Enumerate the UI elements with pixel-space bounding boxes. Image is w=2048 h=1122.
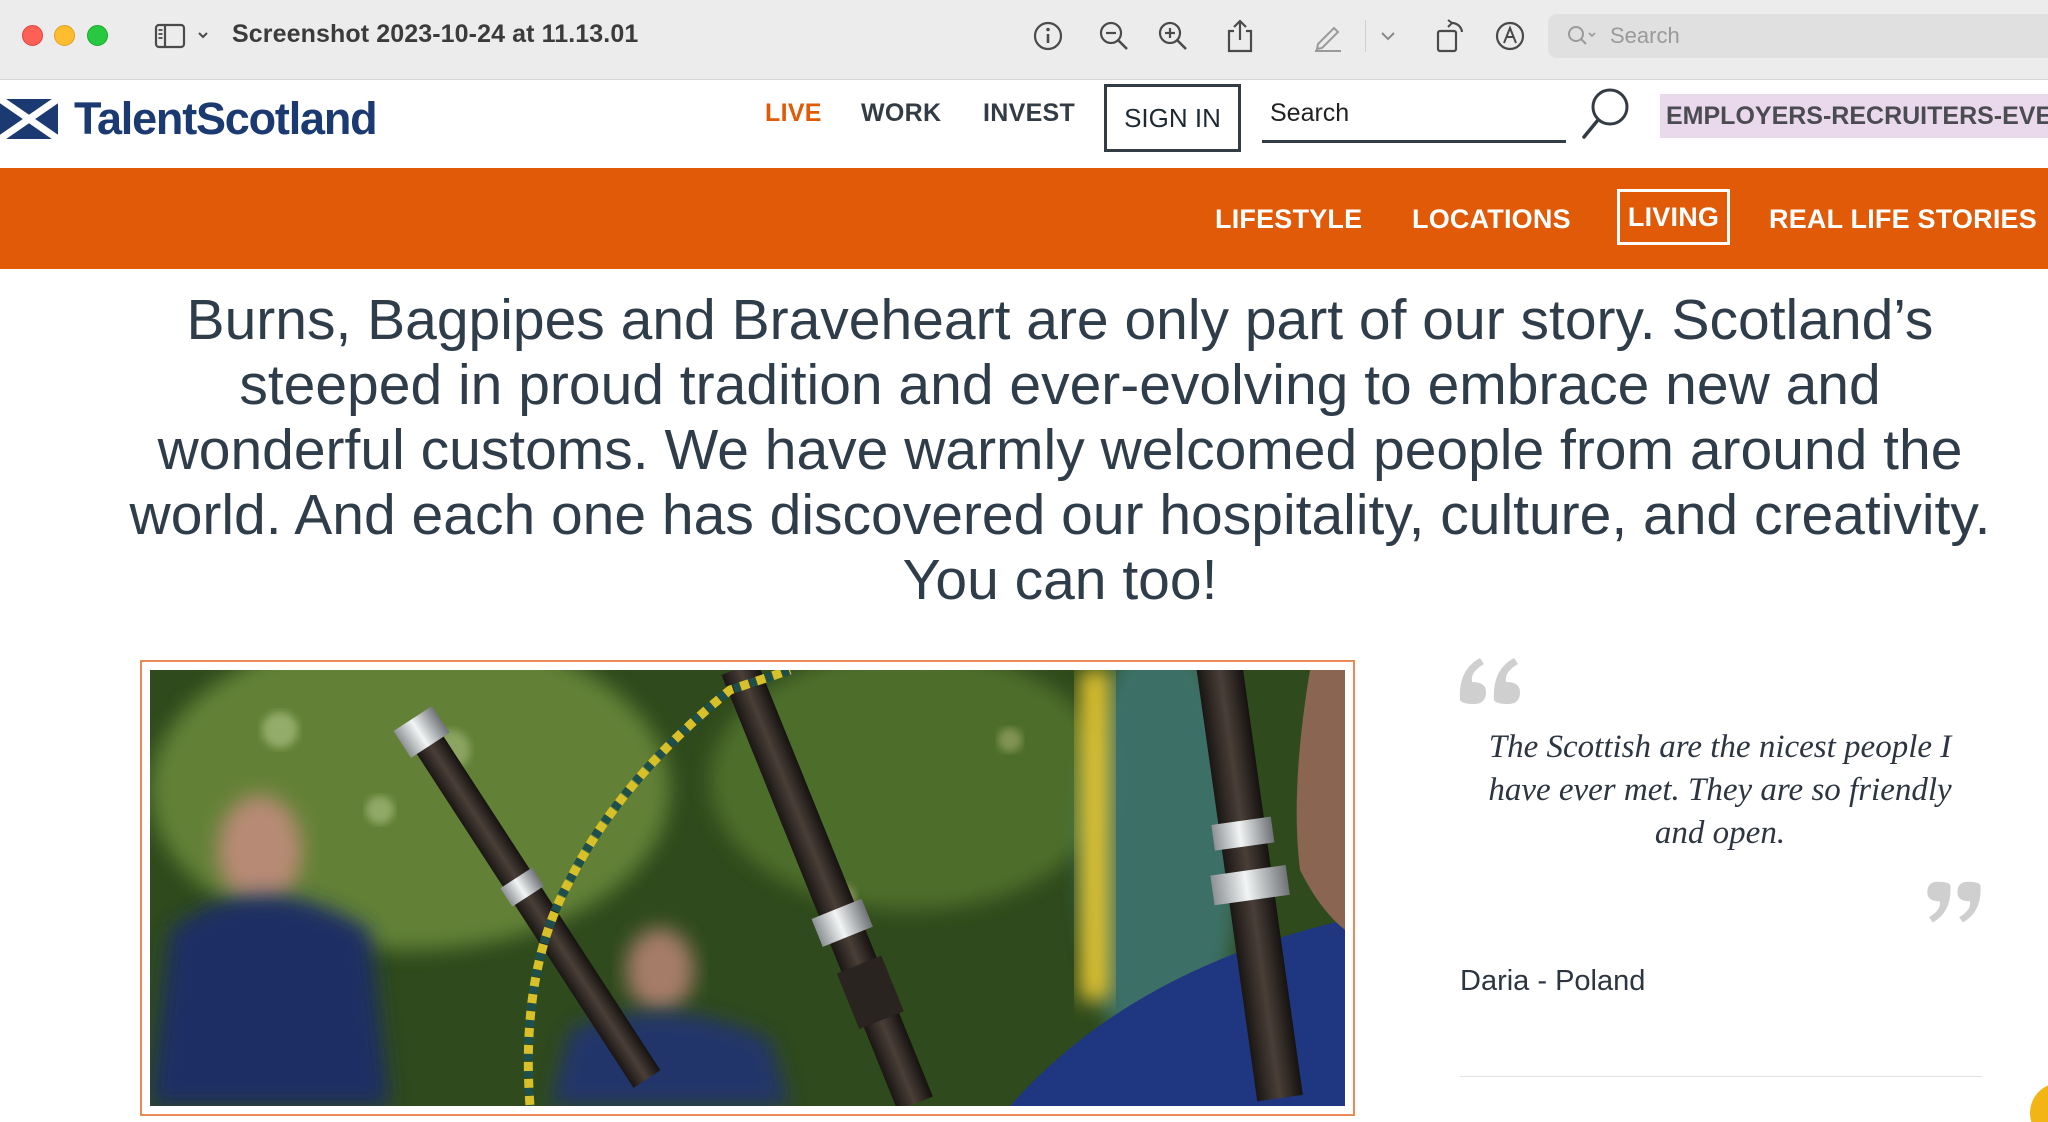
testimonial-author: Daria - Poland (1460, 965, 1646, 997)
zoom-out-icon[interactable] (1096, 18, 1132, 54)
share-icon[interactable] (1222, 18, 1258, 54)
nav-live-link[interactable]: LIVE (765, 99, 822, 128)
bagpipes-photo (150, 670, 1345, 1106)
open-quote-icon (1456, 650, 1526, 715)
window-title: Screenshot 2023-10-24 at 11.13.01 (232, 20, 639, 48)
magnifier-icon[interactable] (1576, 85, 1634, 150)
bagpipes-photo-frame (140, 660, 1355, 1116)
sidebar-toggle-icon[interactable] (152, 18, 212, 54)
close-quote-icon (1922, 875, 1984, 936)
subnav-living-active[interactable]: LIVING (1617, 189, 1730, 245)
chevron-down-icon[interactable] (1376, 18, 1400, 54)
search-icon (1568, 26, 1596, 45)
subnav-lifestyle[interactable]: LIFESTYLE (1215, 204, 1362, 235)
nav-work-link[interactable]: WORK (861, 99, 941, 128)
employers-link[interactable]: EMPLOYERS-RECRUITERS-EVENTS (1660, 94, 2048, 138)
site-header: TalentScotland LIVE WORK INVEST SIGN IN … (0, 81, 2048, 167)
saltire-flag-icon (0, 99, 58, 139)
site-logo[interactable]: TalentScotland (0, 93, 378, 145)
pencil-icon[interactable] (1310, 18, 1346, 54)
close-window-button[interactable] (22, 25, 43, 46)
window-titlebar: Screenshot 2023-10-24 at 11.13.01 Search (0, 0, 2048, 80)
chat-widget-button[interactable] (2030, 1083, 2048, 1122)
subnav-real-life-stories[interactable]: REAL LIFE STORIES (1769, 204, 2037, 235)
markup-circle-icon[interactable] (1492, 18, 1528, 54)
sub-navigation: LIFESTYLE LOCATIONS LIVING REAL LIFE STO… (0, 168, 2048, 269)
toolbar-search-field[interactable]: Search (1548, 14, 2048, 58)
sign-in-button[interactable]: SIGN IN (1104, 84, 1241, 152)
toolbar-divider (1365, 20, 1366, 52)
minimize-window-button[interactable] (54, 25, 75, 46)
testimonial-divider (1460, 1076, 1982, 1077)
subnav-locations[interactable]: LOCATIONS (1412, 204, 1571, 235)
toolbar-search-placeholder: Search (1610, 23, 1680, 48)
site-search-input[interactable]: Search (1262, 87, 1566, 143)
intro-paragraph: Burns, Bagpipes and Braveheart are only … (129, 288, 1991, 612)
rotate-icon[interactable] (1432, 18, 1468, 54)
info-icon[interactable] (1030, 18, 1066, 54)
logo-text: TalentScotland (74, 93, 378, 144)
nav-invest-link[interactable]: INVEST (983, 99, 1075, 128)
testimonial-quote: The Scottish are the nicest people I hav… (1488, 729, 1952, 851)
zoom-window-button[interactable] (87, 25, 108, 46)
zoom-in-icon[interactable] (1155, 18, 1191, 54)
